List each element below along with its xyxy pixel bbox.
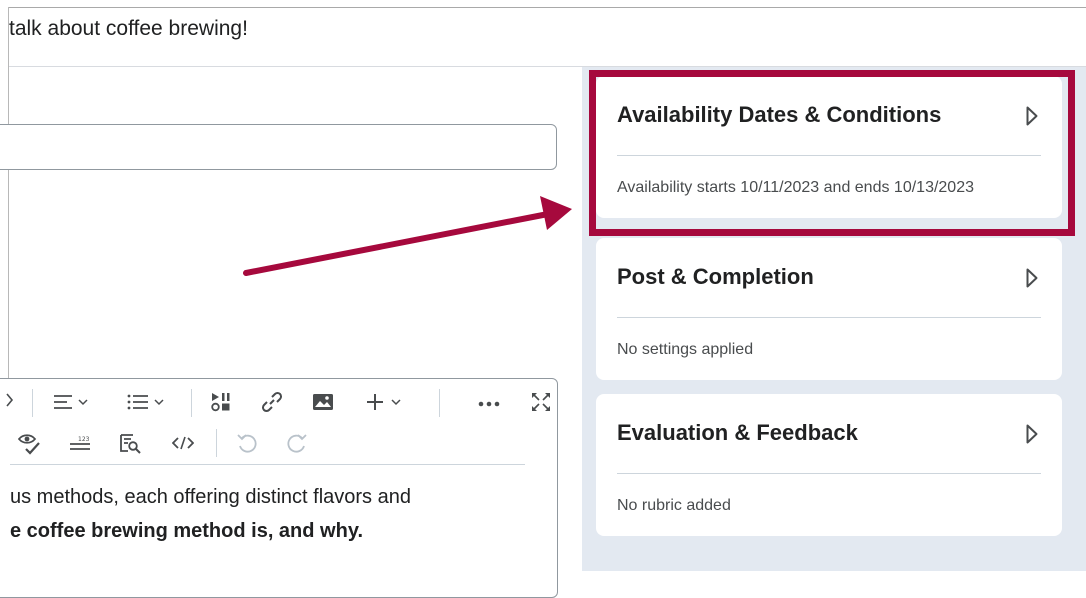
callout-arrow (243, 196, 572, 276)
